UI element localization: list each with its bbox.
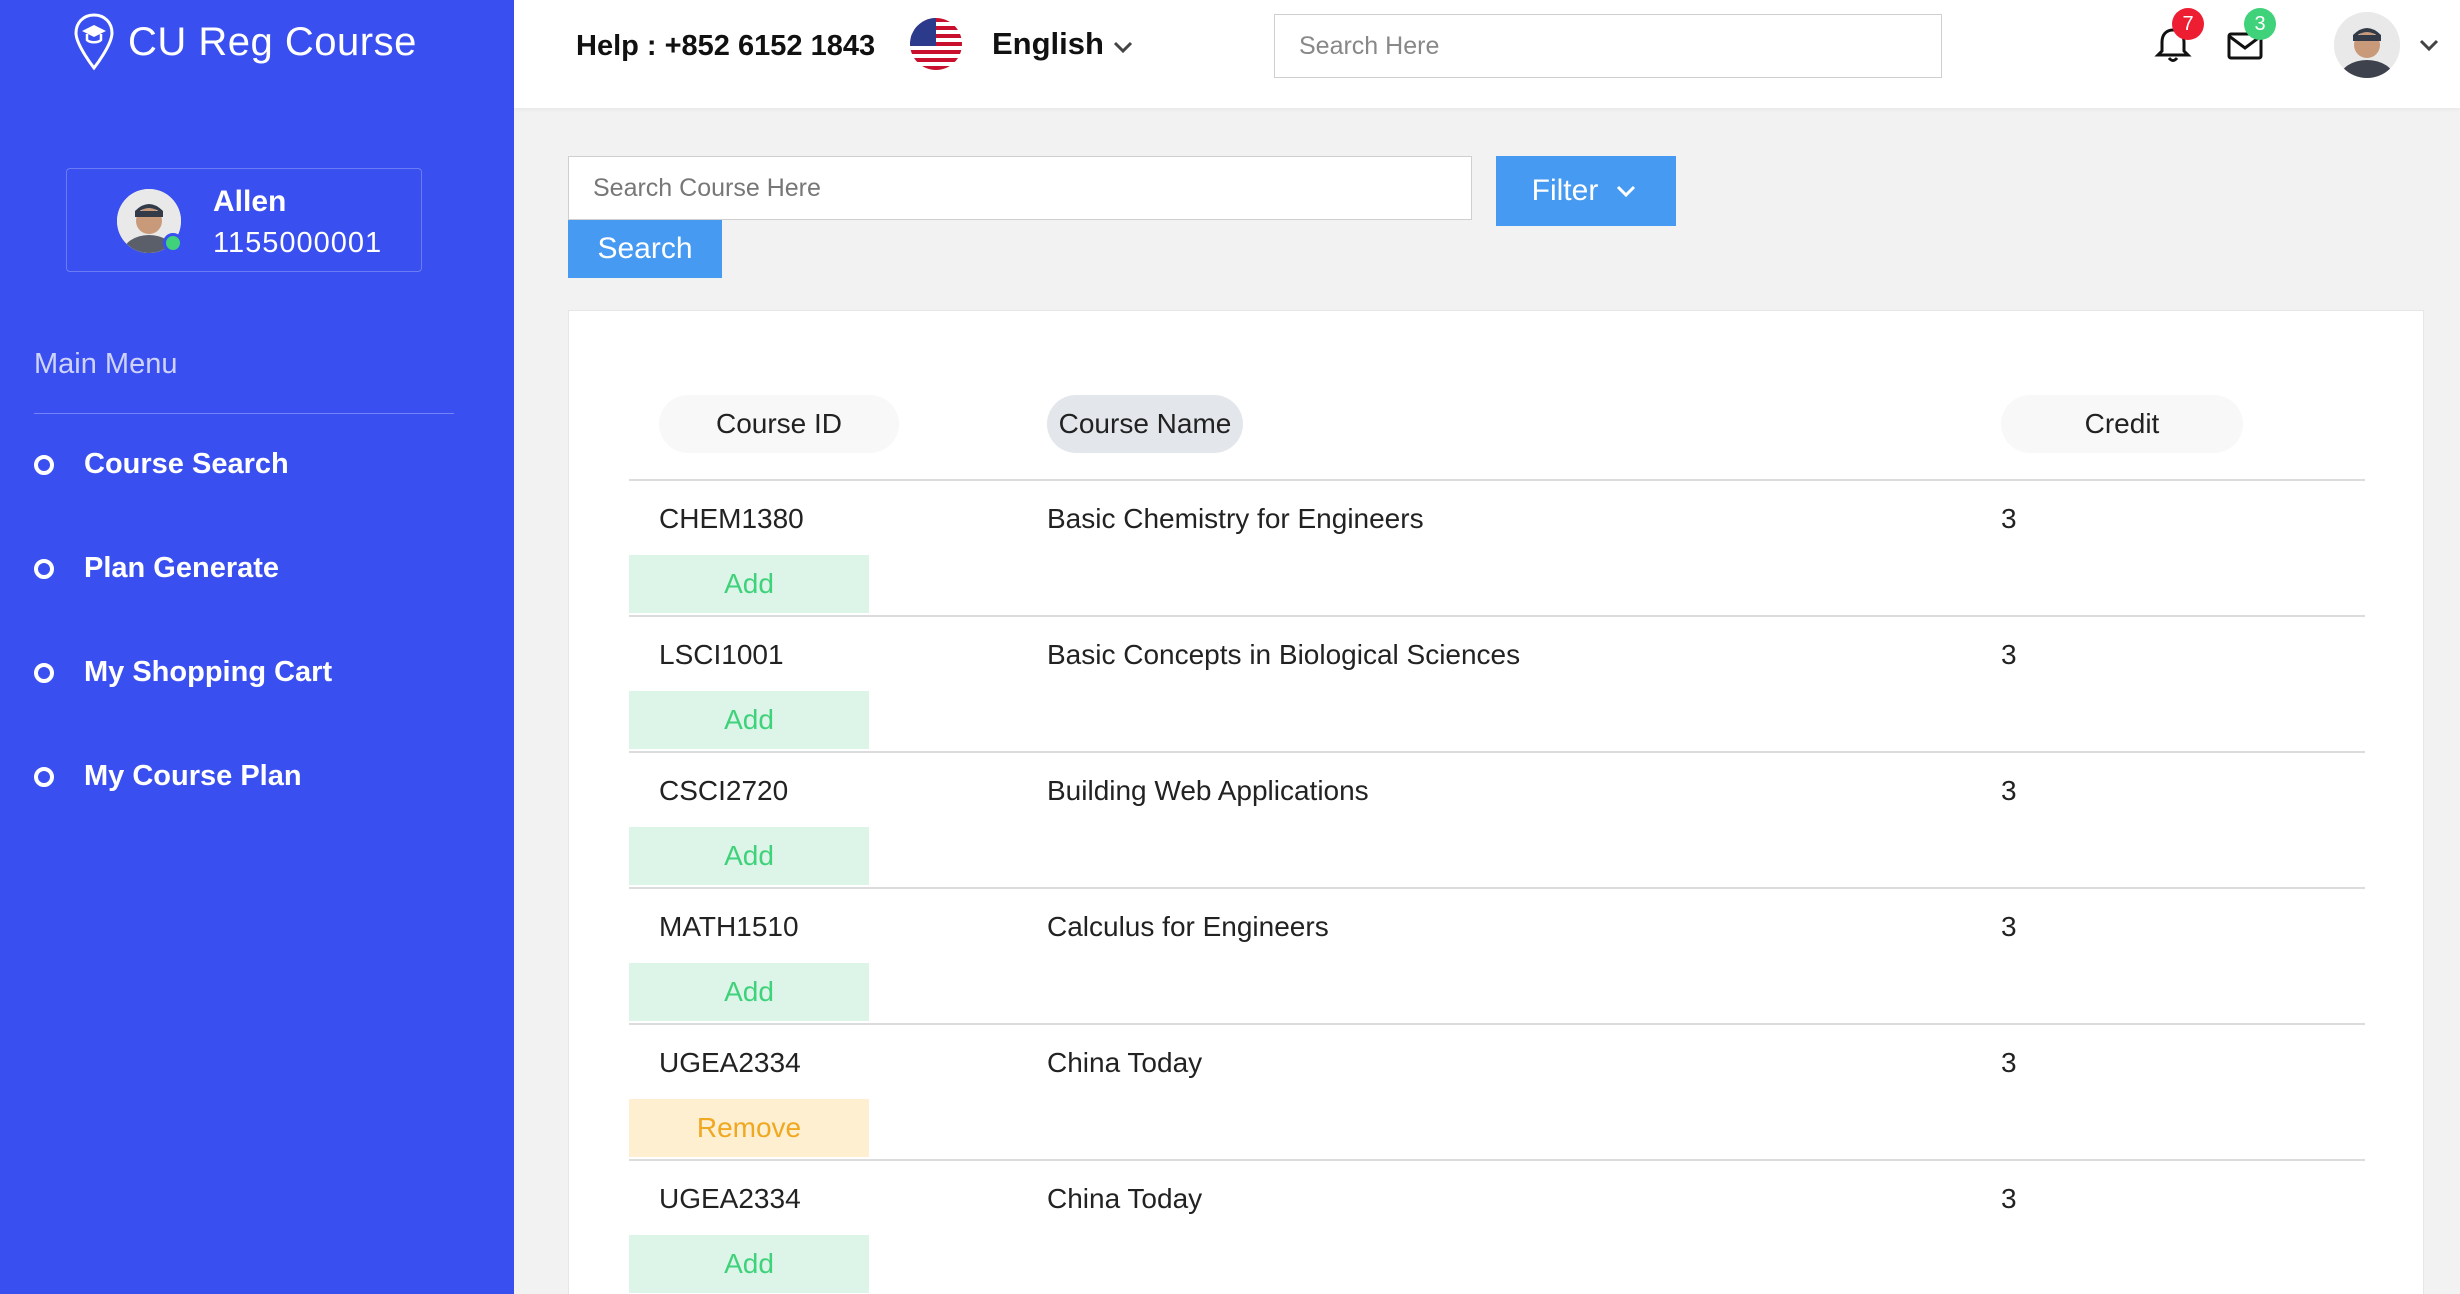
row-divider — [629, 887, 2365, 889]
row-divider — [629, 615, 2365, 617]
circle-bullet-icon — [34, 766, 54, 787]
course-search-input[interactable] — [568, 156, 1472, 220]
chevron-down-icon — [1617, 185, 1636, 198]
cell-course-name: China Today — [1047, 1047, 1203, 1078]
app-title: CU Reg Course — [128, 19, 417, 64]
graduation-cap-pin-icon — [74, 13, 114, 71]
row-divider — [629, 751, 2365, 753]
cell-course-id: MATH1510 — [659, 911, 799, 942]
sidebar-item-label: Plan Generate — [84, 552, 280, 584]
sidebar-item-plan-generate[interactable]: Plan Generate — [34, 552, 279, 585]
cell-course-id: UGEA2334 — [659, 1183, 801, 1214]
course-table-card: Course ID Course Name Credit CHEM1380 Ba… — [568, 310, 2424, 1294]
column-header-credit[interactable]: Credit — [2001, 395, 2243, 453]
help-phone: Help : +852 6152 1843 — [576, 30, 876, 62]
column-header-course-id[interactable]: Course ID — [659, 395, 899, 453]
language-selector[interactable]: English — [992, 26, 1104, 62]
us-flag-icon[interactable] — [910, 18, 962, 70]
sidebar-item-shopping-cart[interactable]: My Shopping Cart — [34, 656, 332, 689]
circle-bullet-icon — [34, 558, 54, 579]
cell-credit: 3 — [2001, 775, 2017, 806]
cell-course-name: Calculus for Engineers — [1047, 911, 1329, 942]
menu-divider — [34, 413, 454, 414]
filter-button[interactable]: Filter — [1496, 156, 1676, 226]
profile-name: Allen — [213, 185, 287, 218]
profile-card[interactable]: Allen 1155000001 — [66, 168, 422, 272]
remove-course-button[interactable]: Remove — [629, 1099, 869, 1157]
cell-credit: 3 — [2001, 1047, 2017, 1078]
cell-course-id: CSCI2720 — [659, 775, 789, 806]
cell-credit: 3 — [2001, 639, 2017, 670]
circle-bullet-icon — [34, 662, 54, 683]
global-search-input[interactable] — [1274, 14, 1942, 78]
online-status-dot — [163, 233, 183, 253]
profile-student-id: 1155000001 — [213, 227, 383, 259]
user-avatar[interactable] — [2334, 12, 2400, 78]
sidebar-item-course-plan[interactable]: My Course Plan — [34, 760, 302, 793]
message-count-badge: 3 — [2244, 8, 2276, 40]
cell-course-name: Building Web Applications — [1047, 775, 1369, 806]
cell-course-name: Basic Chemistry for Engineers — [1047, 503, 1424, 534]
main-menu-title: Main Menu — [34, 348, 178, 380]
app-logo[interactable]: CU Reg Course — [72, 12, 417, 72]
filter-label: Filter — [1531, 174, 1599, 207]
add-course-button[interactable]: Add — [629, 963, 869, 1021]
sidebar-item-label: My Shopping Cart — [84, 656, 333, 688]
row-divider — [629, 479, 2365, 481]
add-course-button[interactable]: Add — [629, 555, 869, 613]
cell-course-id: UGEA2334 — [659, 1047, 801, 1078]
chevron-down-icon[interactable] — [2414, 30, 2444, 60]
sidebar-item-label: My Course Plan — [84, 760, 302, 792]
cell-credit: 3 — [2001, 1183, 2017, 1214]
sidebar: CU Reg Course Allen 1155000001 Main Menu… — [0, 0, 514, 1294]
cell-credit: 3 — [2001, 503, 2017, 534]
row-divider — [629, 1023, 2365, 1025]
circle-bullet-icon — [34, 454, 54, 475]
cell-course-name: Basic Concepts in Biological Sciences — [1047, 639, 1521, 670]
cell-course-id: CHEM1380 — [659, 503, 804, 534]
column-header-course-name[interactable]: Course Name — [1047, 395, 1243, 453]
top-header: Help : +852 6152 1843 English 7 3 — [514, 0, 2460, 108]
add-course-button[interactable]: Add — [629, 1235, 869, 1293]
cell-course-name: China Today — [1047, 1183, 1203, 1214]
add-course-button[interactable]: Add — [629, 827, 869, 885]
sidebar-item-course-search[interactable]: Course Search — [34, 448, 289, 481]
sidebar-item-label: Course Search — [84, 448, 289, 480]
notification-count-badge: 7 — [2172, 8, 2204, 40]
cell-credit: 3 — [2001, 911, 2017, 942]
search-button[interactable]: Search — [568, 220, 722, 278]
chevron-down-icon[interactable] — [1108, 32, 1138, 62]
add-course-button[interactable]: Add — [629, 691, 869, 749]
row-divider — [629, 1159, 2365, 1161]
cell-course-id: LSCI1001 — [659, 639, 784, 670]
